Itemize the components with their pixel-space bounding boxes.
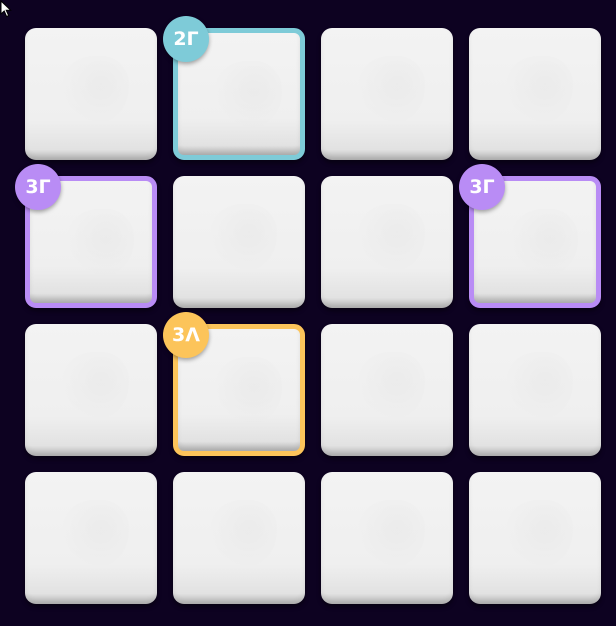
board-tile[interactable]: 3Г bbox=[459, 164, 601, 308]
board-tile[interactable] bbox=[469, 324, 601, 456]
board-tile[interactable]: 3Г bbox=[15, 164, 157, 308]
board-tile[interactable] bbox=[321, 472, 453, 604]
board-tile[interactable] bbox=[173, 176, 305, 308]
board-tile[interactable] bbox=[25, 324, 157, 456]
game-stage: 2Г 3Г 3Г 3Λ bbox=[0, 0, 616, 626]
mouse-pointer-icon bbox=[0, 0, 12, 18]
tile-board: 2Г 3Г 3Г 3Λ bbox=[15, 16, 601, 604]
tile-badge: 2Г bbox=[163, 16, 209, 62]
board-tile[interactable] bbox=[469, 472, 601, 604]
board-tile[interactable] bbox=[321, 176, 453, 308]
tile-badge: 3Г bbox=[15, 164, 61, 210]
board-tile[interactable] bbox=[173, 472, 305, 604]
tile-badge: 3Г bbox=[459, 164, 505, 210]
board-tile[interactable] bbox=[321, 324, 453, 456]
board-tile[interactable]: 2Г bbox=[163, 16, 305, 160]
tile-badge: 3Λ bbox=[163, 312, 209, 358]
board-tile[interactable] bbox=[321, 28, 453, 160]
board-tile[interactable] bbox=[25, 28, 157, 160]
board-tile[interactable]: 3Λ bbox=[163, 312, 305, 456]
board-tile[interactable] bbox=[25, 472, 157, 604]
board-tile[interactable] bbox=[469, 28, 601, 160]
